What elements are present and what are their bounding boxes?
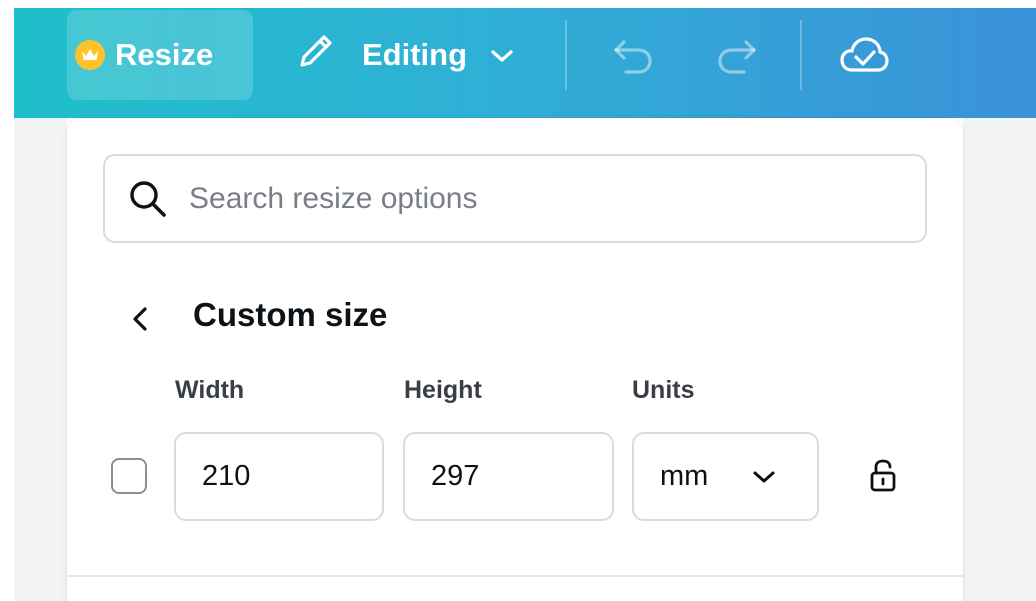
crown-icon (75, 40, 105, 70)
section-title: Custom size (193, 296, 388, 333)
width-field[interactable]: 210 (174, 432, 384, 521)
units-value: mm (660, 460, 709, 492)
chevron-left-icon (133, 307, 147, 331)
top-toolbar: Resize Editing (14, 8, 1036, 118)
chevron-down-icon (753, 471, 775, 482)
height-label: Height (404, 376, 482, 404)
resize-panel: Custom size Width Height Units 210 297 m… (67, 118, 963, 601)
resize-label: Resize (115, 37, 214, 72)
width-value: 210 (202, 460, 251, 492)
toolbar-divider (800, 20, 802, 90)
select-checkbox[interactable] (111, 458, 147, 494)
height-value: 297 (431, 460, 480, 492)
editing-mode-dropdown[interactable]: Editing (294, 10, 515, 100)
canvas-background-left (14, 118, 67, 601)
chevron-down-icon (489, 37, 515, 73)
units-select[interactable]: mm (632, 432, 819, 521)
redo-icon[interactable] (714, 36, 760, 81)
canvas-background-right (963, 118, 1036, 601)
units-label: Units (632, 376, 695, 404)
width-label: Width (175, 376, 245, 404)
back-button[interactable] (125, 301, 155, 337)
unlock-icon[interactable] (869, 458, 897, 499)
pencil-icon (294, 29, 338, 81)
toolbar-divider (565, 20, 567, 90)
search-box[interactable] (103, 154, 927, 243)
search-input[interactable] (189, 181, 829, 216)
resize-button[interactable]: Resize (67, 10, 253, 100)
editing-label: Editing (362, 37, 468, 72)
search-icon (127, 178, 169, 220)
undo-icon[interactable] (610, 36, 656, 81)
cloud-check-icon[interactable] (838, 34, 890, 83)
height-field[interactable]: 297 (403, 432, 614, 521)
panel-divider (67, 575, 963, 577)
